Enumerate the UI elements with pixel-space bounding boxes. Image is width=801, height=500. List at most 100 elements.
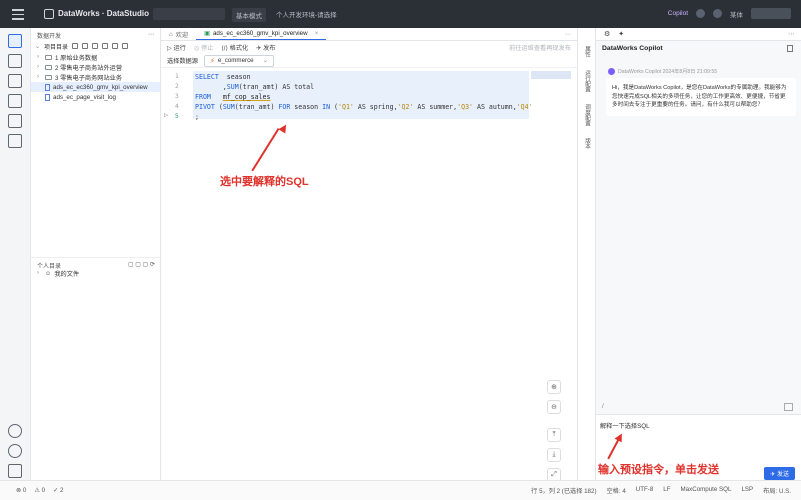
maxcompute-icon: ⚡ [209, 57, 215, 65]
line-number: 4 [175, 103, 179, 110]
slash-command-hint[interactable]: / [602, 404, 604, 410]
line-number: 1 [175, 73, 179, 80]
collapse-icon[interactable] [122, 43, 129, 49]
copilot-panel: ⚙ ✦ ⋯ DataWorks Copilot DataWorks Copilo… [596, 28, 801, 480]
dataworks-logo-icon [44, 9, 54, 19]
personal-dir-title: 个人目录 [37, 264, 62, 270]
tree-item-selected[interactable]: ads_ec_ec360_gmv_kpi_overview [31, 82, 160, 92]
search-icon[interactable] [8, 54, 22, 68]
chevron-down-icon[interactable]: ⌄ [35, 43, 40, 50]
publish-label: 发布 [263, 45, 276, 52]
more-icon[interactable]: ⋯ [559, 29, 577, 40]
more-icon[interactable]: ⋯ [788, 30, 795, 38]
error-count[interactable]: ⊗ 0 [16, 487, 26, 494]
tree-item[interactable]: › 3 零售电子商务网站业务 [31, 72, 160, 82]
scroll-bottom-icon[interactable]: ⤓ [547, 448, 561, 462]
annotation-select-sql: 选中要解释的SQL [220, 176, 309, 188]
folder-icon[interactable] [8, 114, 22, 128]
account-avatar[interactable] [751, 8, 791, 19]
indent-setting[interactable]: 空格: 4 [607, 486, 626, 495]
zoom-out-icon[interactable]: ⊖ [547, 400, 561, 414]
publish-button[interactable]: ✈ 发布 [256, 43, 275, 52]
code-line: FROM mf_cop_sales [195, 93, 271, 101]
settings-sun-icon[interactable] [8, 424, 22, 438]
tree-item[interactable]: ads_ec_page_visit_log [31, 92, 160, 102]
help-icon[interactable] [713, 9, 722, 18]
error-count-value: 0 [22, 487, 27, 494]
editor-float-controls: ⊕ ⊖ ⤒ ⤓ ⤢ [547, 380, 567, 488]
tab-welcome[interactable]: ⌂ 欢迎 [161, 28, 196, 40]
top-navigation-bar: DataWorks · DataStudio 基本模式 个人开发环境-请选择 C… [0, 0, 801, 28]
encoding[interactable]: UTF-8 [636, 486, 654, 495]
settings-tab-icon[interactable]: ⚙ [604, 30, 610, 38]
info-count[interactable]: ✓ 2 [53, 487, 63, 494]
tab-run-config[interactable]: 运行配置 [583, 70, 591, 92]
datasource-value: e_commerce [217, 57, 254, 64]
cursor-position[interactable]: 行 5，列 2 (已选择 182) [531, 486, 596, 495]
new-file-icon[interactable] [72, 43, 79, 49]
filter-icon[interactable] [102, 43, 109, 49]
code-dev-icon[interactable] [8, 34, 22, 48]
tab-properties[interactable]: 属性 [583, 46, 591, 57]
chart-icon[interactable] [8, 134, 22, 148]
run-label: 运行 [173, 45, 186, 52]
copilot-button[interactable]: Copilot [668, 10, 688, 17]
activity-rail [0, 28, 31, 500]
zoom-in-icon[interactable]: ⊕ [547, 380, 561, 394]
ops-link[interactable]: 前往运维查看再现发布 [509, 43, 571, 52]
keyboard-layout[interactable]: 布局: U.S. [763, 486, 791, 495]
tree-item-label: 我的文件 [54, 270, 80, 278]
panel-toggle-icon[interactable] [8, 464, 22, 478]
warning-count-value: 0 [41, 487, 46, 494]
lsp-status[interactable]: LSP [741, 486, 753, 495]
code-editor[interactable]: ▷ 1 2 3 4 5 SELECT season ,SUM(tran_amt)… [161, 71, 577, 480]
send-button[interactable]: ✈ 发送 [764, 467, 795, 480]
line-ending[interactable]: LF [663, 486, 670, 495]
tab-label: 欢迎 [175, 31, 189, 39]
copilot-tab-icon[interactable]: ✦ [618, 30, 624, 38]
refresh-icon[interactable] [112, 43, 119, 49]
annotation-send-hint: 输入预设指令，单击发送 [598, 464, 719, 476]
new-folder-icon[interactable] [82, 43, 89, 49]
run-button[interactable]: ▷ 运行 [167, 43, 186, 52]
user-name[interactable]: 某体 [730, 9, 743, 19]
search-icon[interactable] [92, 43, 99, 49]
table-icon[interactable] [8, 94, 22, 108]
folder-icon [45, 54, 52, 60]
tree-item[interactable]: › 1 原始业务数据 [31, 52, 160, 62]
run-line-icon[interactable]: ▷ [164, 111, 168, 119]
side-vertical-tabs: 属性 运行配置 调度配置 版本 [577, 28, 596, 480]
home-icon[interactable] [8, 74, 22, 88]
hamburger-menu-icon[interactable] [12, 9, 24, 20]
message-meta-text: DataWorks Copilot 2024年8月8日 21:09:55 [618, 69, 718, 75]
minimap[interactable] [531, 71, 571, 79]
notification-bell-icon[interactable] [696, 9, 705, 18]
datasource-select[interactable]: ⚡ e_commerce ⌄ [203, 54, 274, 67]
welcome-icon: ⌂ [169, 30, 173, 38]
language-mode[interactable]: MaxCompute SQL [681, 486, 732, 495]
warning-count[interactable]: ⚠ 0 [34, 487, 45, 494]
sql-file-icon: ▣ [204, 30, 210, 37]
gear-icon[interactable] [8, 444, 22, 458]
tab-sql-file[interactable]: ▣ ads_ec_ec360_gmv_kpi_overview × [196, 28, 327, 40]
tab-schedule-config[interactable]: 调度配置 [583, 104, 591, 126]
more-icon[interactable]: ⋯ [148, 31, 154, 38]
workspace-selector[interactable]: 个人开发环境-请选择 [276, 9, 337, 19]
message-meta: DataWorks Copilot 2024年8月8日 21:09:55 [608, 68, 717, 75]
scroll-top-icon[interactable]: ⤒ [547, 428, 561, 442]
project-selector[interactable] [153, 8, 225, 20]
close-icon[interactable]: × [315, 30, 319, 37]
personal-toolbar[interactable]: ▢ ▢ ▢ ⟳ [128, 261, 155, 268]
tree-item[interactable]: › 2 零售电子商务站外运营 [31, 62, 160, 72]
format-button[interactable]: ⟨/⟩ 格式化 [221, 43, 248, 52]
sql-file-icon [45, 93, 50, 101]
trash-icon[interactable] [787, 45, 793, 52]
expand-icon[interactable] [784, 403, 793, 411]
chevron-right-icon: › [37, 270, 39, 276]
tree-item-label: 2 零售电子商务站外运营 [55, 64, 123, 72]
stop-button[interactable]: ◎ 停止 [194, 43, 214, 52]
env-mode-badge[interactable]: 基本模式 [232, 8, 266, 22]
tab-versions[interactable]: 版本 [583, 138, 591, 149]
user-icon: ☺ [45, 269, 52, 277]
tree-item[interactable]: › ☺ 我的文件 [31, 268, 161, 278]
